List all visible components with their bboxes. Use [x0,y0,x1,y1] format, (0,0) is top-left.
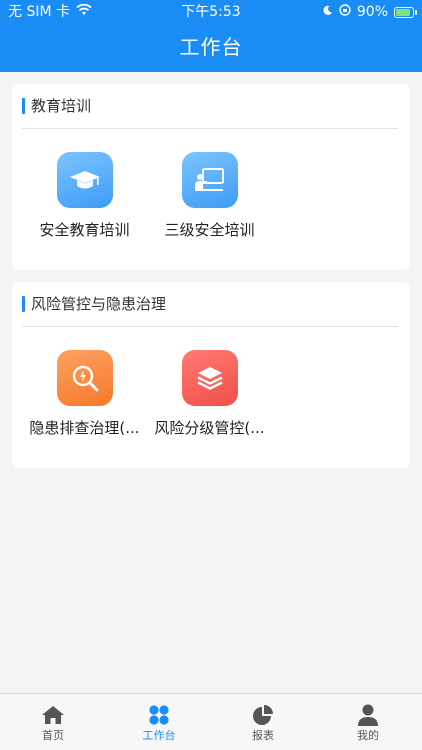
status-bar: 无 SIM 卡 下午5:53 90% [0,0,422,24]
section-education-training: 教育培训 安全教育培训 三级安全培训 [12,84,410,270]
home-icon [23,702,83,728]
layers-icon [181,350,238,406]
section-risk-control: 风险管控与隐患治理 隐患排查治理(... 风险分级管控(... [12,282,410,468]
search-hazard-icon [56,350,113,406]
blackboard-teacher-icon [181,152,238,208]
pie-chart-icon [233,702,293,728]
tile-three-level-training[interactable]: 三级安全培训 [147,152,272,240]
section-header: 风险管控与隐患治理 [22,292,398,327]
user-icon [338,702,398,728]
tab-home[interactable]: 首页 [23,702,83,744]
tab-label: 工作台 [142,729,176,742]
section-title: 教育培训 [31,97,92,115]
battery-percent: 90% [356,4,388,20]
tile-safety-education[interactable]: 安全教育培训 [22,152,147,240]
section-title: 风险管控与隐患治理 [31,295,167,313]
tab-label: 我的 [357,729,379,742]
battery-icon [394,6,417,18]
graduation-cap-icon [56,152,113,208]
tab-bar: 首页 工作台 报表 我的 [0,693,422,750]
tab-label: 首页 [42,729,64,742]
tile-grid: 安全教育培训 三级安全培训 [12,152,410,252]
tile-label: 安全教育培训 [39,221,130,239]
grid-icon [129,702,189,728]
tile-label: 隐患排查治理(... [29,419,140,437]
moon-icon [322,0,333,24]
tab-workbench[interactable]: 工作台 [129,702,189,744]
tile-grid: 隐患排查治理(... 风险分级管控(... [12,350,410,450]
section-accent-bar [22,296,25,312]
orientation-lock-icon [339,0,351,24]
page-title: 工作台 [179,35,243,59]
section-header: 教育培训 [22,94,398,129]
tab-reports[interactable]: 报表 [233,702,293,744]
tile-hazard-investigation[interactable]: 隐患排查治理(... [22,350,147,438]
tab-mine[interactable]: 我的 [338,702,398,744]
section-accent-bar [22,98,25,114]
tab-label: 报表 [252,729,274,742]
top-bar: 无 SIM 卡 下午5:53 90% 工作台 [0,0,422,72]
tile-label: 三级安全培训 [164,221,255,239]
status-right: 90% [322,0,417,24]
tile-label: 风险分级管控(... [154,419,265,437]
tile-risk-grading[interactable]: 风险分级管控(... [147,350,272,438]
